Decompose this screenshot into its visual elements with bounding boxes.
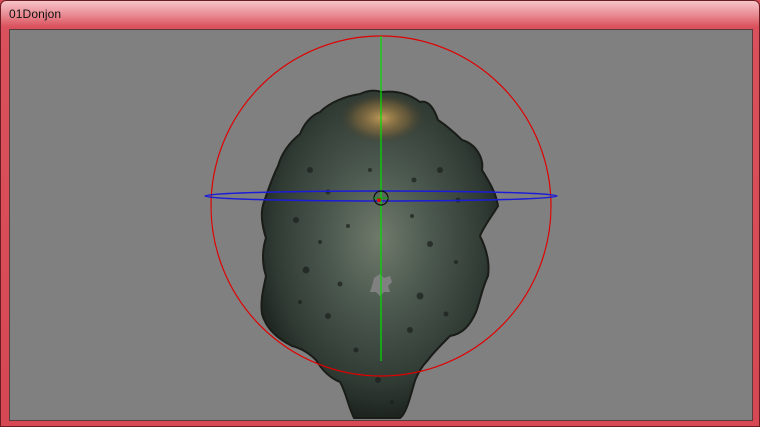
- title-bar[interactable]: 01Donjon: [1, 1, 759, 28]
- pivot-center-dot: [377, 198, 381, 202]
- torch-light: [338, 92, 426, 144]
- transform-gizmo[interactable]: [204, 35, 558, 377]
- 3d-viewport[interactable]: [9, 29, 753, 421]
- dungeon-model[interactable]: [260, 89, 500, 419]
- scene-canvas[interactable]: [10, 30, 752, 420]
- app-window: 01Donjon: [0, 0, 760, 427]
- window-title: 01Donjon: [9, 7, 62, 21]
